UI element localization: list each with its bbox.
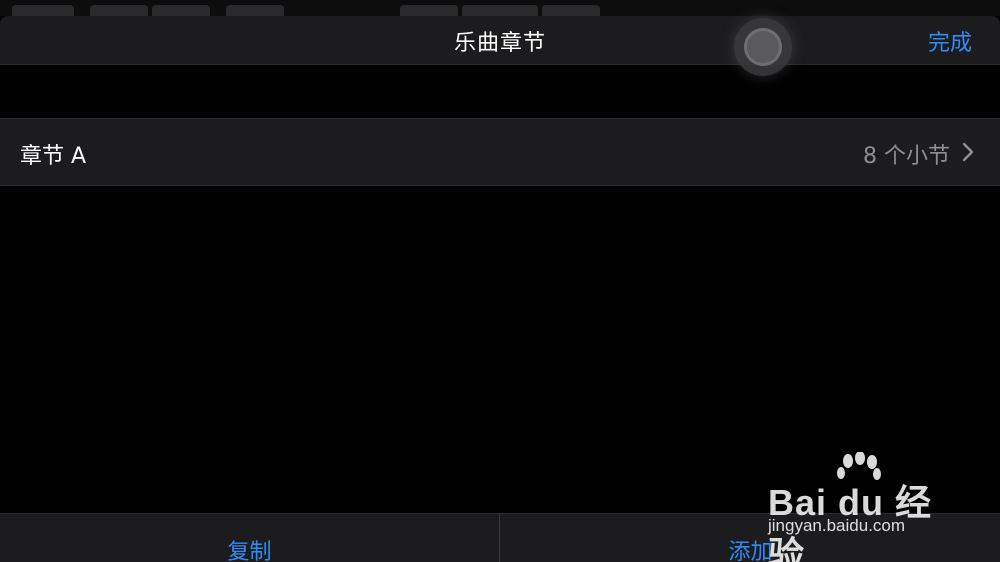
copy-button-label: 复制 <box>227 540 272 562</box>
bottom-toolbar: 复制 添加 <box>0 513 1000 562</box>
add-button[interactable]: 添加 <box>501 514 1000 562</box>
section-name: 章节 A <box>20 144 87 169</box>
background-toolbar <box>0 0 1000 19</box>
chevron-right-icon <box>962 142 974 162</box>
add-button-label: 添加 <box>728 540 773 562</box>
assistive-touch-icon[interactable] <box>734 18 792 76</box>
navigation-bar: 乐曲章节 完成 <box>0 16 1000 65</box>
section-bar-count: 8 个小节 <box>863 144 950 169</box>
assistive-touch-core <box>744 28 782 66</box>
toolbar-divider <box>499 514 500 562</box>
done-button[interactable]: 完成 <box>928 25 972 57</box>
screen: 乐曲章节 完成 章节 A 8 个小节 复制 添加 Bai du 经验 jingy… <box>0 0 1000 562</box>
section-row-a[interactable]: 章节 A 8 个小节 <box>0 118 1000 186</box>
copy-button[interactable]: 复制 <box>0 514 499 562</box>
page-title: 乐曲章节 <box>453 31 546 56</box>
baidu-paw-icon <box>837 452 881 480</box>
